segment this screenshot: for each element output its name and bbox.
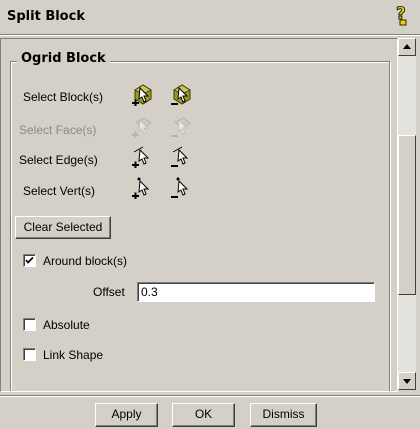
- edge-select-remove-icon[interactable]: [170, 144, 194, 168]
- block-select-add-icon[interactable]: [131, 82, 155, 107]
- face-select-remove-icon: [170, 114, 194, 138]
- around-blocks-checkbox[interactable]: [23, 254, 36, 267]
- absolute-checkbox[interactable]: [23, 318, 36, 331]
- bottom-separator: [0, 395, 420, 397]
- scroll-thumb[interactable]: [398, 135, 416, 295]
- ok-button[interactable]: OK: [172, 403, 235, 427]
- offset-input[interactable]: 0.3: [137, 282, 375, 302]
- arrow-up-icon: [403, 44, 411, 49]
- scroll-up-button[interactable]: [398, 38, 416, 56]
- link-shape-label: Link Shape: [43, 348, 104, 362]
- clear-selected-button[interactable]: Clear Selected: [15, 216, 111, 239]
- help-icon[interactable]: ?: [395, 4, 411, 26]
- select-faces-label: Select Face(s): [19, 123, 97, 137]
- scroll-down-button[interactable]: [398, 372, 416, 390]
- vertical-scrollbar[interactable]: [398, 38, 416, 390]
- vert-select-add-icon[interactable]: [131, 175, 155, 200]
- around-blocks-label: Around block(s): [43, 254, 128, 268]
- select-verts-label: Select Vert(s): [23, 184, 96, 198]
- options-panel: Ogrid Block Select Block(s) Select Face(…: [0, 38, 398, 392]
- face-select-add-icon: [131, 114, 155, 139]
- select-edges-label: Select Edge(s): [19, 153, 98, 167]
- link-shape-checkbox[interactable]: [23, 348, 36, 361]
- offset-label: Offset: [93, 285, 125, 299]
- title-bar: Split Block ?: [0, 0, 420, 33]
- dismiss-button[interactable]: Dismiss: [250, 403, 317, 427]
- block-select-remove-icon[interactable]: [170, 82, 194, 106]
- edge-select-add-icon[interactable]: [131, 144, 155, 169]
- apply-button[interactable]: Apply: [95, 403, 158, 427]
- title-separator: [0, 34, 420, 36]
- ogrid-block-title: Ogrid Block: [17, 51, 110, 66]
- arrow-down-icon: [403, 379, 411, 384]
- window-title: Split Block: [7, 9, 85, 24]
- vert-select-remove-icon[interactable]: [170, 175, 194, 199]
- absolute-label: Absolute: [43, 318, 90, 332]
- select-blocks-label: Select Block(s): [23, 90, 104, 104]
